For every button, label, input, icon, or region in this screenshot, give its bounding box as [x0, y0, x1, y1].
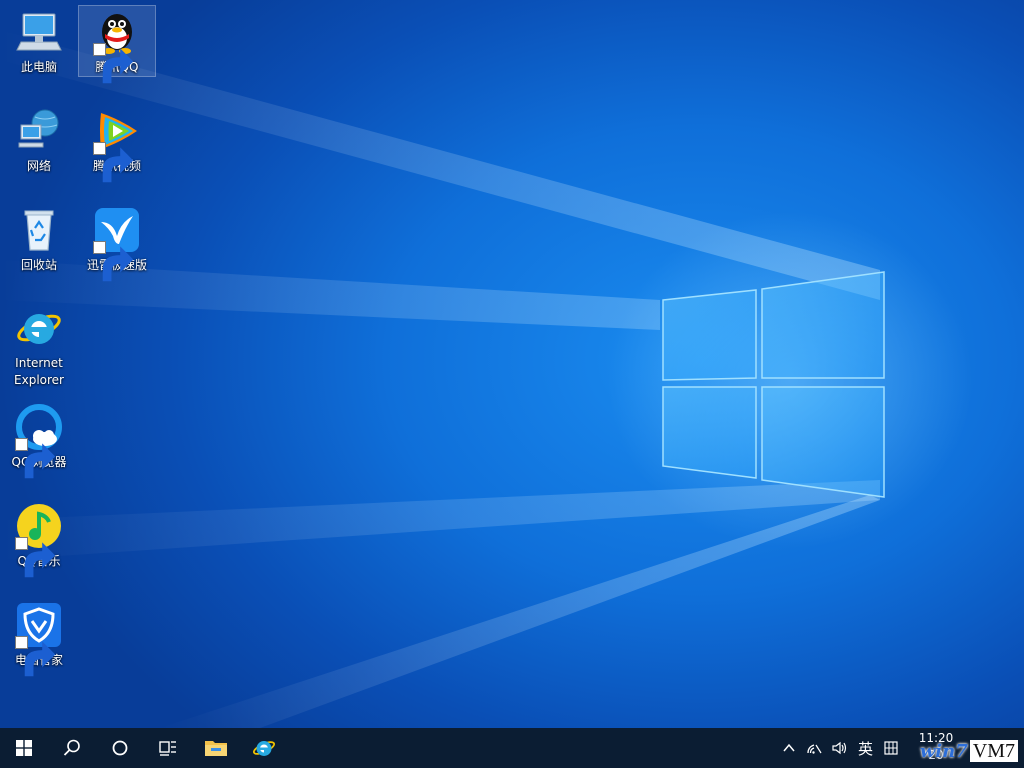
watermark-vm7: VM7: [969, 740, 1018, 762]
network-status-button[interactable]: [801, 728, 827, 768]
shortcut-arrow-icon: [15, 636, 56, 677]
internet-explorer-icon: [253, 741, 275, 756]
search-icon: [63, 739, 80, 756]
desktop-icon-qq-music[interactable]: QQ音乐: [1, 500, 77, 578]
desktop-icon-label: 此电脑: [20, 60, 57, 74]
shortcut-arrow-icon: [93, 142, 134, 183]
taskbar: 英 11:20 20 win7 VM7: [0, 728, 1024, 768]
desktop[interactable]: 此电脑 腾讯QQ 网络 腾讯视频 回收站 迅雷极速版 Internet Expl…: [0, 0, 1024, 728]
desktop-icon-label: Internet Explorer: [14, 356, 64, 387]
ime-mode-button[interactable]: [878, 728, 904, 768]
desktop-icon-qq-browser[interactable]: QQ浏览器: [1, 401, 77, 479]
search-button[interactable]: [48, 728, 96, 768]
desktop-icon-network[interactable]: 网络: [1, 105, 77, 175]
file-explorer-folder-icon: [205, 741, 227, 756]
recycle-bin-icon: [15, 206, 63, 254]
start-button[interactable]: [0, 728, 48, 768]
desktop-icon-label: 回收站: [20, 258, 57, 272]
shortcut-arrow-icon: [15, 438, 56, 479]
chevron-up-icon: [783, 743, 795, 752]
file-explorer-button[interactable]: [192, 728, 240, 768]
windows-start-icon: [16, 740, 32, 756]
cortana-circle-icon: [112, 740, 128, 756]
desktop-icon-recycle-bin[interactable]: 回收站: [1, 204, 77, 274]
input-method-button[interactable]: 英: [853, 728, 878, 768]
show-hidden-icons-button[interactable]: [777, 728, 801, 768]
desktop-icon-xunlei[interactable]: 迅雷极速版: [79, 204, 155, 282]
qq-penguin-icon: [93, 8, 141, 84]
wifi-icon: [807, 744, 822, 754]
task-view-icon: [159, 741, 176, 756]
internet-explorer-taskbar-button[interactable]: [240, 728, 288, 768]
internet-explorer-icon: [15, 304, 63, 352]
network-icon: [15, 107, 63, 155]
desktop-icon-internet-explorer[interactable]: Internet Explorer: [1, 302, 77, 389]
task-view-button[interactable]: [144, 728, 192, 768]
speaker-icon: [832, 741, 847, 755]
qq-browser-icon: [15, 403, 63, 479]
desktop-icon-label: 网络: [26, 159, 51, 173]
volume-button[interactable]: [827, 728, 853, 768]
desktop-icon-tencent-video[interactable]: 腾讯视频: [79, 105, 155, 183]
cortana-button[interactable]: [96, 728, 144, 768]
desktop-icon-pc-manager[interactable]: 电脑管家: [1, 599, 77, 677]
watermark-win7: win7: [919, 740, 968, 762]
xunlei-bird-icon: [93, 206, 141, 282]
shortcut-arrow-icon: [15, 537, 56, 578]
desktop-icon-tencent-qq[interactable]: 腾讯QQ: [78, 5, 156, 84]
qq-music-icon: [15, 502, 63, 578]
ime-grid-icon: [884, 741, 898, 755]
shortcut-arrow-icon: [93, 241, 134, 282]
desktop-icon-this-pc[interactable]: 此电脑: [1, 6, 77, 76]
site-watermark: win7 VM7: [920, 740, 1018, 762]
pc-manager-shield-icon: [15, 601, 63, 677]
tencent-video-icon: [93, 107, 141, 183]
shortcut-arrow-icon: [93, 43, 134, 84]
computer-icon: [15, 8, 63, 56]
